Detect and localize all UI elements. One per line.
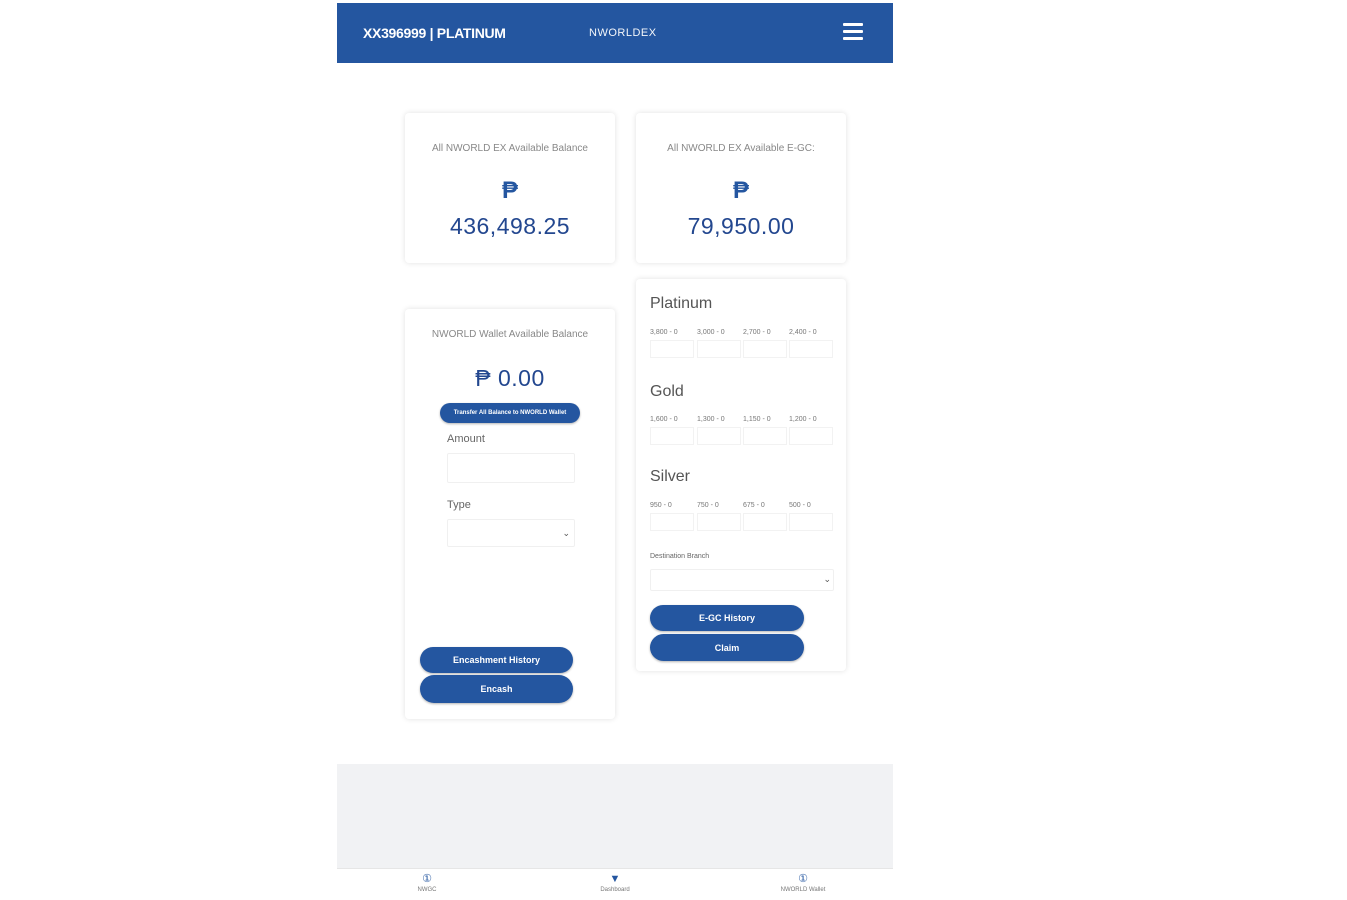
destination-branch-select[interactable]: ⌄	[650, 569, 834, 591]
denom-gold-3[interactable]: 1,150 - 0	[743, 416, 787, 445]
footer-area	[337, 764, 893, 868]
tier-title-platinum: Platinum	[650, 295, 713, 312]
nav-item-nwgc[interactable]: ① NWGC	[387, 873, 467, 893]
account-title: XX396999 | PLATINUM	[363, 25, 506, 41]
bottom-nav: ① NWGC ▼ Dashboard ① NWORLD Wallet	[337, 868, 893, 900]
denom-silver-4[interactable]: 500 - 0	[789, 502, 833, 531]
egc-history-button[interactable]: E-GC History	[650, 605, 804, 631]
type-label: Type	[447, 499, 471, 511]
tier-title-silver: Silver	[650, 468, 691, 485]
encashment-history-button[interactable]: Encashment History	[420, 647, 573, 673]
coin-icon: ①	[422, 873, 432, 885]
egc-balance-label: All NWORLD EX Available E-GC:	[667, 143, 815, 154]
egc-balance-amount: 79,950.00	[687, 213, 795, 239]
nworldex-balance-card: All NWORLD EX Available Balance ₱ 436,49…	[405, 113, 615, 263]
nav-label: NWORLD Wallet	[780, 887, 826, 893]
denom-silver-3[interactable]: 675 - 0	[743, 502, 787, 531]
transfer-all-button[interactable]: Transfer All Balance to NWORLD Wallet	[440, 403, 580, 423]
chevron-down-icon: ⌄	[562, 528, 570, 538]
egc-card: Platinum 3,800 - 0 3,000 - 0 2,700 - 0 2…	[636, 279, 846, 671]
denom-gold-1[interactable]: 1,600 - 0	[650, 416, 694, 445]
balance-label: All NWORLD EX Available Balance	[432, 143, 588, 154]
denom-platinum-3[interactable]: 2,700 - 0	[743, 329, 787, 358]
type-select[interactable]: ⌄	[447, 519, 575, 547]
amount-label: Amount	[447, 433, 485, 445]
denom-gold-4[interactable]: 1,200 - 0	[789, 416, 833, 445]
nav-item-wallet[interactable]: ① NWORLD Wallet	[763, 873, 843, 893]
wallet-card: NWORLD Wallet Available Balance ₱ 0.00 T…	[405, 309, 615, 719]
balance-amount: 436,498.25	[449, 213, 571, 239]
egc-balance-card: All NWORLD EX Available E-GC: ₱ 79,950.0…	[636, 113, 846, 263]
nav-item-dashboard[interactable]: ▼ Dashboard	[575, 873, 655, 893]
destination-branch-label: Destination Branch	[650, 553, 710, 560]
claim-button[interactable]: Claim	[650, 634, 804, 661]
app-screen: XX396999 | PLATINUM NWORLDEX All NWORLD …	[337, 3, 893, 900]
nav-label: Dashboard	[600, 887, 630, 893]
denom-silver-2[interactable]: 750 - 0	[697, 502, 741, 531]
brand-name: NWORLDEX	[589, 27, 657, 39]
wallet-balance-amount: ₱ 0.00	[475, 365, 545, 391]
wallet-balance-label: NWORLD Wallet Available Balance	[431, 329, 589, 340]
denom-platinum-1[interactable]: 3,800 - 0	[650, 329, 694, 358]
denom-gold-2[interactable]: 1,300 - 0	[697, 416, 741, 445]
coin-icon: ①	[798, 873, 808, 885]
nav-label: NWGC	[417, 887, 437, 893]
denom-platinum-4[interactable]: 2,400 - 0	[789, 329, 833, 358]
denom-silver-1[interactable]: 950 - 0	[650, 502, 694, 531]
peso-icon: ₱	[501, 177, 518, 204]
chevron-down-icon: ⌄	[823, 574, 831, 584]
denom-platinum-2[interactable]: 3,000 - 0	[697, 329, 741, 358]
encash-button[interactable]: Encash	[420, 675, 573, 703]
amount-input[interactable]	[447, 453, 575, 483]
tier-title-gold: Gold	[650, 383, 684, 400]
hamburger-menu-icon[interactable]	[843, 23, 863, 43]
dashboard-icon: ▼	[609, 873, 621, 885]
peso-icon: ₱	[732, 177, 749, 204]
top-bar: XX396999 | PLATINUM NWORLDEX	[337, 3, 893, 63]
